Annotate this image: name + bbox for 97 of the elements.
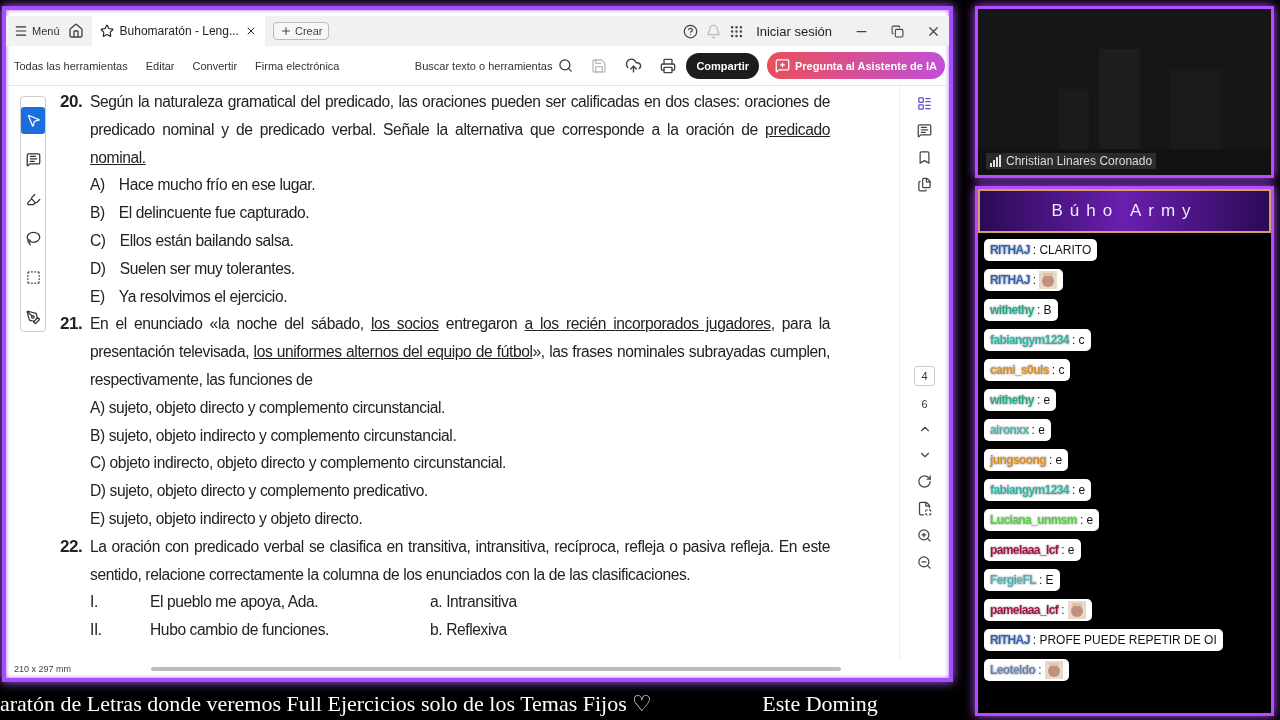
file-scan-icon[interactable] [917,501,932,516]
toolbar-menu-item[interactable]: Firma electrónica [255,59,340,72]
chat-username: pamelaaa_lcf [990,603,1059,617]
print-icon[interactable] [660,57,677,74]
option-text: Hace mucho frío en ese lugar. [118,175,316,196]
option-text: D) sujeto, objeto directo y complemento predicativo. [90,481,429,502]
ai-assistant-button[interactable]: Pregunta al Asistente de IA [766,52,945,79]
chat-username: Luciana_unmsm [990,513,1077,527]
classification-text: a. Intransitiva [430,592,518,613]
option-text: El delincuente fue capturado. [118,203,310,224]
chat-text: : e [1031,423,1045,437]
participant-name-text: Christian Linares Coronado [1006,154,1153,168]
option-letter: A) [90,175,105,196]
question-text: La oración con predicado verbal se clasifica en transitiva, intransitiva, recíproca, refleja o pasiva refleja. En este sentido, relacione correctamente la columna de los enunciados con la de las clasificaciones. [90,536,830,585]
help-icon[interactable] [683,23,699,39]
create-button[interactable]: Crear [272,22,330,40]
comment-icon[interactable] [917,123,932,138]
ticker-text: Este Doming [762,691,878,717]
sign-in-link[interactable]: Iniciar sesión [756,23,832,39]
upload-icon[interactable] [625,57,643,74]
bookmark-icon[interactable] [917,150,932,165]
star-icon[interactable] [99,24,114,38]
chat-text: : e [1061,543,1075,557]
document-tab[interactable]: Buhomaratón - Leng... [91,16,265,46]
zoom-out-icon[interactable] [917,555,932,570]
chat-username: fabiangym1234 [990,333,1069,347]
chat-text: : c [1051,363,1065,377]
chat-text: : B [1036,303,1052,317]
page-size-label: 210 x 297 mm [14,664,72,674]
plus-icon [279,25,292,37]
search-icon [558,58,574,73]
chat-text: : e [1079,513,1094,527]
chat-text: : [1061,603,1065,617]
toolbar-menu-item[interactable]: Convertir [192,59,238,72]
option-text: Ya resolvimos el ejercicio. [118,286,288,307]
question-number: 22. [60,535,84,558]
classification-text: b. Reflexiva [430,620,508,641]
question-number: 20. [60,91,84,113]
chat-username: withethy [990,393,1034,407]
chat-username: pamelaaa_lcf [990,543,1059,557]
chat-username: FergieFL [990,573,1036,587]
chat-text: : e [1036,393,1051,407]
menu-icon[interactable] [14,24,28,38]
option-letter: C) [90,231,106,251]
chat-text: : [1038,663,1042,677]
rotate-icon[interactable] [917,474,932,489]
question-text: Según la naturaleza gramatical del predicado, las oraciones pueden ser calificadas en dos clases: oraciones de predicado nominal y de predicado verbal. Señale la alternativa que corresponde a la oración de predicado nominal. [90,92,830,168]
horizontal-scrollbar[interactable] [151,667,842,671]
ticker-text: aratón de Letras donde veremos Full Ejercicios solo de los Temas Fijos ♡ [0,691,653,717]
zoom-in-icon[interactable] [917,528,932,543]
chat-text: : E [1038,573,1054,587]
option-letter: D) [90,258,106,279]
toolbar-menu-item[interactable]: Editar [145,59,175,72]
question-text: En el enunciado «la noche del sábado, los socios entregaron a los recién incorporados jugadores, para la presentación televisada, los uniformes alternos del equipo de fútbol», las frases nominales subrayadas cumplen, respectivamente, las funciones de [90,314,830,390]
restore-icon[interactable] [891,24,904,38]
option-text: E) sujeto, objeto indirecto y objeto directo. [90,508,363,529]
question-number: 21. [60,313,84,336]
option-text: C) objeto indirecto, objeto directo y complemento circunstancial. [90,453,507,474]
chat-username: aironxx [990,423,1029,437]
option-text: Suelen ser muy tolerantes. [119,258,295,279]
chat-text: : PROFE PUEDE REPETIR DE OI [1032,633,1217,647]
chat-username: Leoteldo [990,663,1036,677]
chat-username: RITHAJ [990,273,1030,287]
toolbar-menu-item[interactable]: Todas las herramientas [14,59,128,72]
chat-text: : c [1071,333,1085,347]
chat-text: : e [1071,483,1086,497]
chat-title: Búho Army [978,189,1271,233]
ai-summary-icon[interactable] [917,96,932,111]
sentence-text: El pueblo me apoya, Ada. [150,592,320,613]
chat-username: RITHAJ [990,243,1030,257]
chat-username: jungsoong [990,453,1046,467]
option-letter: E) [90,286,105,307]
chat-username: RITHAJ [990,633,1030,647]
roman-numeral: I. [90,592,99,613]
share-button[interactable]: Compartir [686,52,759,79]
page-number-field[interactable]: 4 [914,366,935,386]
chat-username: fabiangym1234 [990,483,1069,497]
page-total: 6 [921,398,928,410]
apps-icon[interactable] [729,23,745,39]
option-text: Ellos están bailando salsa. [119,231,294,251]
option-letter: B) [90,203,105,224]
search-tools-link[interactable]: Buscar texto o herramientas [414,58,574,73]
roman-numeral: II. [90,620,103,641]
chat-username: cami_s0uls [990,363,1049,377]
pointer-icon[interactable] [21,107,45,135]
signal-icon [990,155,1002,167]
sentence-text: Hubo cambio de funciones. [150,620,330,641]
chat-username: withethy [990,303,1034,317]
chat-text: : CLARITO [1032,243,1092,257]
chat-text: : e [1048,453,1063,467]
option-text: A) sujeto, objeto directo y complemento circunstancial. [90,397,446,418]
chat-plus-icon [774,58,790,73]
home-icon[interactable] [67,23,84,39]
chat-text: : [1032,273,1037,287]
menu-button[interactable]: Menú [14,24,60,38]
option-text: B) sujeto, objeto indirecto y complemento circunstancial. [90,425,457,446]
pages-icon[interactable] [917,177,932,192]
